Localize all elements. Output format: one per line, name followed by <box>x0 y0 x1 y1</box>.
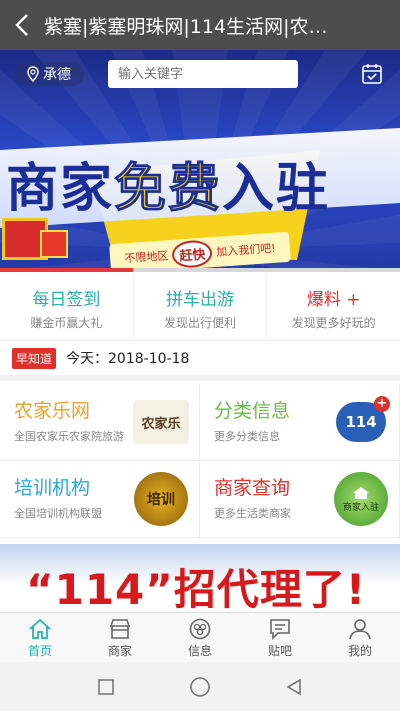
tab-label: 信息 <box>187 644 212 658</box>
quick-item-checkin[interactable]: 每日签到 赚金币赢大礼 <box>0 275 134 340</box>
forum-icon <box>270 619 290 640</box>
banner-headline-mid: 免费 <box>114 158 223 220</box>
quick-item-title: 爆料 + <box>306 290 361 310</box>
tab-label: 商家 <box>107 644 132 658</box>
banner-sub-left: 不限地区 <box>124 249 169 266</box>
grid-item-training[interactable]: 培训机构 全国培训机构联盟 培训 <box>0 461 200 538</box>
merchant-join-icon: 商家入驻 <box>333 472 389 526</box>
tab-label: 首页 <box>27 644 52 658</box>
ad-text: “114”招代理了! <box>26 565 367 612</box>
classified-114-icon: 114 + <box>333 396 390 448</box>
recents-square-icon[interactable] <box>97 678 115 696</box>
home-circle-icon[interactable] <box>189 676 211 698</box>
grid-item-subtitle: 更多生活类商家 <box>214 507 291 520</box>
farmstay-logo-icon: 农家乐 <box>133 396 189 448</box>
training-logo-text: 培训 <box>134 472 188 526</box>
house-icon <box>353 486 369 499</box>
bottom-tab-bar: 首页 商家 信息 贴吧 我的 <box>0 612 400 662</box>
back-arrow-icon <box>15 14 28 36</box>
home-icon <box>29 618 51 639</box>
farmstay-logo-text: 农家乐 <box>133 400 189 444</box>
info-icon <box>189 618 211 640</box>
news-tag: 早知道 <box>12 347 57 369</box>
banner-sub-right: 加入我们吧! <box>215 241 277 259</box>
tab-mine[interactable]: 我的 <box>320 613 400 662</box>
tab-shops[interactable]: 商家 <box>80 613 160 662</box>
plus-badge-icon: + <box>374 396 390 412</box>
quick-item-report[interactable]: 爆料 + 发现更多好玩的 <box>267 275 400 340</box>
quick-item-carpool[interactable]: 拼车出游 发现出行便利 <box>134 275 268 340</box>
search-input[interactable] <box>118 66 288 82</box>
calendar-checkin-icon[interactable] <box>360 62 384 86</box>
classified-114-text: 114 <box>345 413 377 431</box>
grid-item-subtitle: 全国培训机构联盟 <box>14 507 102 520</box>
news-text: 今天：2018-10-18 <box>66 351 190 367</box>
quick-item-title: 每日签到 <box>32 290 101 310</box>
quick-item-subtitle: 发现出行便利 <box>164 316 237 330</box>
gift-box-small-icon <box>40 230 68 258</box>
location-label: 承德 <box>43 67 71 83</box>
back-triangle-icon[interactable] <box>285 678 303 696</box>
news-ticker[interactable]: 早知道 今天：2018-10-18 <box>0 341 400 381</box>
banner-headline-right: 入驻 <box>222 158 331 219</box>
banner-headline-left: 商家 <box>6 158 115 219</box>
merchant-join-text: 商家入驻 <box>342 502 379 513</box>
grid-item-classified[interactable]: 分类信息 更多分类信息 114 + <box>200 384 400 461</box>
pager-dot-active <box>0 268 134 272</box>
merchant-join-badge: 商家入驻 <box>334 472 388 526</box>
tab-label: 贴吧 <box>267 644 292 658</box>
banner-headline: 商家免费入驻 <box>6 146 396 221</box>
quick-actions: 每日签到 赚金币赢大礼 拼车出游 发现出行便利 爆料 + 发现更多好玩的 <box>0 275 400 341</box>
quick-item-title: 拼车出游 <box>166 290 234 310</box>
tab-info[interactable]: 信息 <box>160 613 240 662</box>
pager-dot <box>266 268 400 272</box>
tab-forum[interactable]: 贴吧 <box>240 613 320 662</box>
search-box[interactable] <box>108 60 298 88</box>
quick-item-subtitle: 赚金币赢大礼 <box>30 316 103 330</box>
agent-recruit-ad[interactable]: “114”招代理了! <box>0 544 400 612</box>
grid-item-subtitle: 更多分类信息 <box>214 430 280 443</box>
shop-icon <box>109 619 131 639</box>
back-button[interactable] <box>0 0 44 50</box>
promo-banner[interactable]: 商家免费入驻 不限地区 赶快 加入我们吧! 承德 <box>0 50 400 272</box>
location-selector[interactable]: 承德 <box>14 62 84 86</box>
system-navigation-bar <box>0 662 400 711</box>
grid-item-merchant-search[interactable]: 商家查询 更多生活类商家 商家入驻 <box>200 461 400 538</box>
classified-114-badge: 114 + <box>336 396 390 442</box>
pager-dot <box>133 268 267 272</box>
grid-item-subtitle: 全国农家乐农家院旅游 <box>14 430 124 443</box>
tab-home[interactable]: 首页 <box>0 613 80 662</box>
banner-pager <box>0 268 400 272</box>
top-bar: 紫塞|紫塞明珠网|114生活网|农… <box>0 0 400 50</box>
tab-label: 我的 <box>347 644 372 658</box>
training-logo-icon: 培训 <box>133 472 189 526</box>
page-title: 紫塞|紫塞明珠网|114生活网|农… <box>44 15 328 38</box>
banner-sub-speed: 赶快 <box>171 238 214 269</box>
location-pin-icon <box>27 66 39 82</box>
feature-grid: 农家乐网 全国农家乐农家院旅游 农家乐 分类信息 更多分类信息 114 + 培训… <box>0 384 400 538</box>
quick-item-subtitle: 发现更多好玩的 <box>291 316 376 330</box>
grid-item-farmstay[interactable]: 农家乐网 全国农家乐农家院旅游 农家乐 <box>0 384 200 461</box>
user-icon <box>349 619 371 640</box>
